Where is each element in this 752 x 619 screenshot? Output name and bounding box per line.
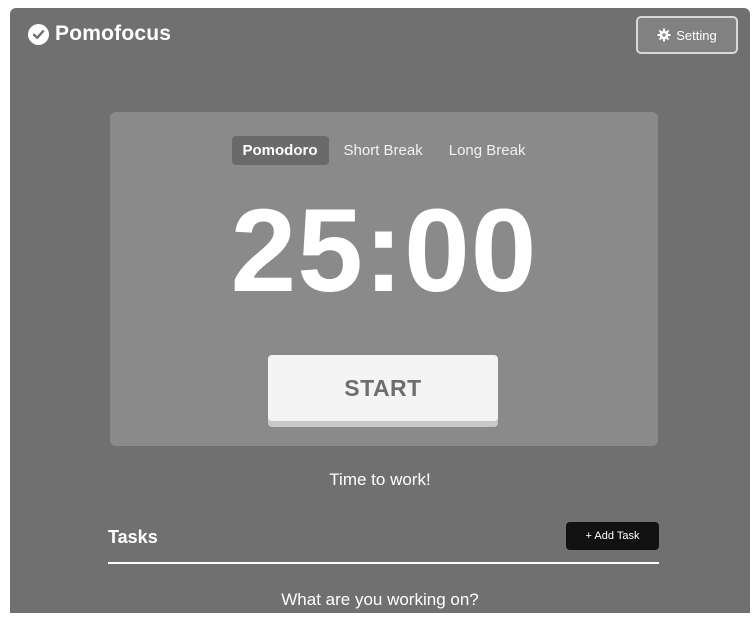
brand-logo[interactable]: Pomofocus <box>28 22 171 46</box>
timer-display: 25:00 <box>230 185 538 317</box>
mode-tabs: Pomodoro Short Break Long Break <box>110 136 658 165</box>
gear-icon <box>657 28 671 42</box>
tab-short-break[interactable]: Short Break <box>333 136 434 165</box>
start-button[interactable]: START <box>268 355 498 421</box>
tasks-heading: Tasks <box>108 527 158 547</box>
tasks-divider <box>108 562 659 564</box>
brand-name: Pomofocus <box>55 22 172 45</box>
add-task-button[interactable]: + Add Task <box>566 522 659 550</box>
app-window: Pomofocus Setting Pomodoro Short Break L… <box>10 8 750 613</box>
tab-pomodoro[interactable]: Pomodoro <box>231 136 329 165</box>
setting-button[interactable]: Setting <box>636 16 738 54</box>
setting-label: Setting <box>676 27 717 43</box>
tab-long-break[interactable]: Long Break <box>438 136 537 165</box>
status-message: Time to work! <box>329 470 431 489</box>
timer-card: Pomodoro Short Break Long Break 25:00 ST… <box>110 112 658 446</box>
task-prompt: What are you working on? <box>281 590 479 609</box>
check-circle-icon <box>28 23 49 45</box>
header: Pomofocus Setting <box>10 8 750 68</box>
